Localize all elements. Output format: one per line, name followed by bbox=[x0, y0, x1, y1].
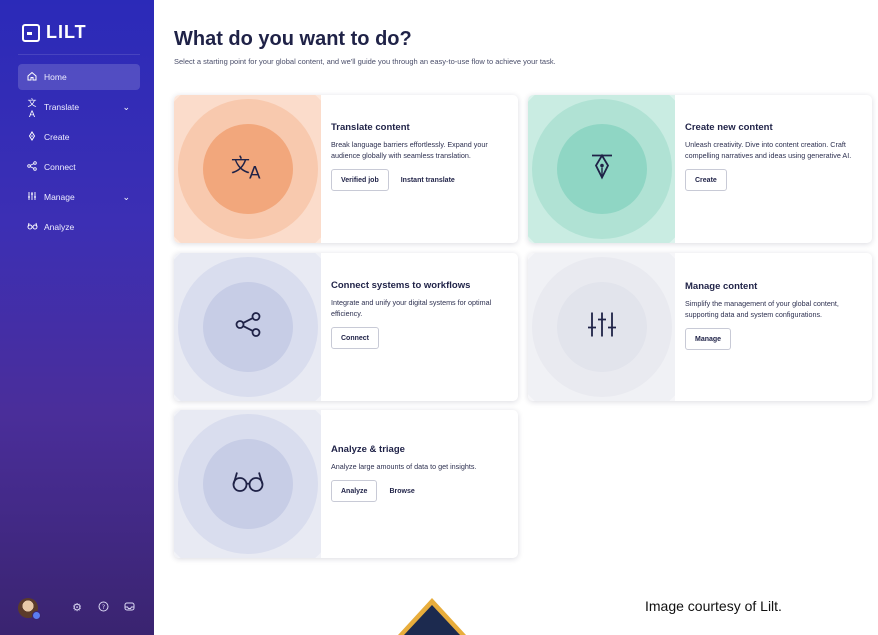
sliders-icon bbox=[26, 191, 38, 204]
status-dot bbox=[32, 611, 41, 620]
inbox-icon[interactable] bbox=[122, 601, 136, 615]
sidebar-item-analyze[interactable]: Analyze bbox=[18, 214, 140, 240]
logo-mark-icon bbox=[22, 23, 40, 42]
translate-icon: 文A bbox=[27, 97, 37, 119]
sliders-icon bbox=[587, 311, 617, 344]
sidebar-item-create[interactable]: Create bbox=[18, 124, 140, 150]
sidebar-item-home[interactable]: Home bbox=[18, 64, 140, 90]
card-title: Manage content bbox=[685, 281, 758, 292]
card-create-new-content[interactable]: Create new content Unleash creativity. D… bbox=[528, 95, 872, 243]
card-connect-systems[interactable]: Connect systems to workflows Integrate a… bbox=[174, 253, 518, 401]
chevron-down-icon[interactable]: ⌄ bbox=[122, 192, 130, 203]
sidebar-nav: Home 文A Translate ⌄ Create Connect Manag… bbox=[18, 64, 140, 244]
card-manage-content[interactable]: Manage content Simplify the management o… bbox=[528, 253, 872, 401]
card-title: Create new content bbox=[685, 122, 773, 133]
card-body: Manage content Simplify the management o… bbox=[685, 281, 862, 350]
card-body: Connect systems to workflows Integrate a… bbox=[331, 280, 508, 349]
svg-text:A: A bbox=[249, 164, 261, 182]
card-title: Connect systems to workflows bbox=[331, 280, 471, 291]
glasses-icon bbox=[231, 469, 265, 500]
card-art bbox=[174, 410, 321, 558]
sidebar-item-connect[interactable]: Connect bbox=[18, 154, 140, 180]
card-description: Analyze large amounts of data to get ins… bbox=[331, 462, 477, 471]
card-body: Analyze & triage Analyze large amounts o… bbox=[331, 444, 508, 502]
share-icon bbox=[234, 311, 262, 344]
decorative-triangle-inner bbox=[404, 605, 460, 635]
card-description: Unleash creativity. Dive into content cr… bbox=[685, 140, 852, 160]
svg-text:文: 文 bbox=[231, 155, 250, 177]
card-title: Translate content bbox=[331, 122, 410, 133]
chevron-down-icon[interactable]: ⌄ bbox=[122, 102, 130, 113]
card-description: Simplify the management of your global c… bbox=[685, 299, 839, 319]
glasses-icon bbox=[26, 221, 38, 234]
create-button[interactable]: Create bbox=[685, 169, 727, 191]
instant-translate-button[interactable]: Instant translate bbox=[401, 177, 455, 184]
sidebar-item-manage[interactable]: Manage ⌄ bbox=[18, 184, 140, 210]
sidebar-item-label: Home bbox=[44, 72, 67, 82]
connect-button[interactable]: Connect bbox=[331, 327, 379, 349]
analyze-button[interactable]: Analyze bbox=[331, 480, 378, 502]
page-subtitle: Select a starting point for your global … bbox=[174, 57, 556, 66]
card-body: Create new content Unleash creativity. D… bbox=[685, 122, 862, 191]
sidebar-item-label: Manage bbox=[44, 192, 75, 202]
sidebar-item-label: Connect bbox=[44, 162, 76, 172]
sidebar: LILT Home 文A Translate ⌄ Create Connect bbox=[0, 0, 154, 635]
gear-icon[interactable]: ⚙ bbox=[70, 601, 84, 615]
svg-text:?: ? bbox=[101, 603, 104, 611]
card-title: Analyze & triage bbox=[331, 444, 405, 455]
manage-button[interactable]: Manage bbox=[685, 328, 732, 350]
image-credit: Image courtesy of Lilt. bbox=[645, 598, 782, 614]
card-art bbox=[528, 95, 675, 243]
sidebar-divider bbox=[18, 54, 140, 55]
pen-icon bbox=[26, 130, 38, 144]
verified-job-button[interactable]: Verified job bbox=[331, 169, 389, 191]
sidebar-item-translate[interactable]: 文A Translate ⌄ bbox=[18, 94, 140, 120]
home-icon bbox=[26, 71, 38, 84]
card-analyze-triage[interactable]: Analyze & triage Analyze large amounts o… bbox=[174, 410, 518, 558]
share-icon bbox=[26, 160, 38, 174]
card-description: Break language barriers effortlessly. Ex… bbox=[331, 140, 488, 160]
avatar[interactable] bbox=[18, 598, 41, 620]
card-body: Translate content Break language barrier… bbox=[331, 122, 508, 191]
translate-icon: 文A bbox=[230, 152, 266, 187]
logo[interactable]: LILT bbox=[22, 22, 87, 43]
card-art bbox=[528, 253, 675, 401]
card-translate-content[interactable]: 文A Translate content Break language barr… bbox=[174, 95, 518, 243]
page-title: What do you want to do? bbox=[174, 28, 412, 50]
card-art bbox=[174, 253, 321, 401]
browse-button[interactable]: Browse bbox=[389, 488, 414, 495]
pen-nib-icon bbox=[589, 152, 615, 187]
logo-text: LILT bbox=[46, 22, 87, 42]
sidebar-footer: ⚙ ? bbox=[18, 598, 136, 620]
card-description: Integrate and unify your digital systems… bbox=[331, 298, 492, 318]
sidebar-item-label: Create bbox=[44, 132, 70, 142]
help-icon[interactable]: ? bbox=[96, 601, 110, 615]
card-art: 文A bbox=[174, 95, 321, 243]
sidebar-item-label: Translate bbox=[44, 102, 80, 112]
sidebar-item-label: Analyze bbox=[44, 222, 75, 232]
